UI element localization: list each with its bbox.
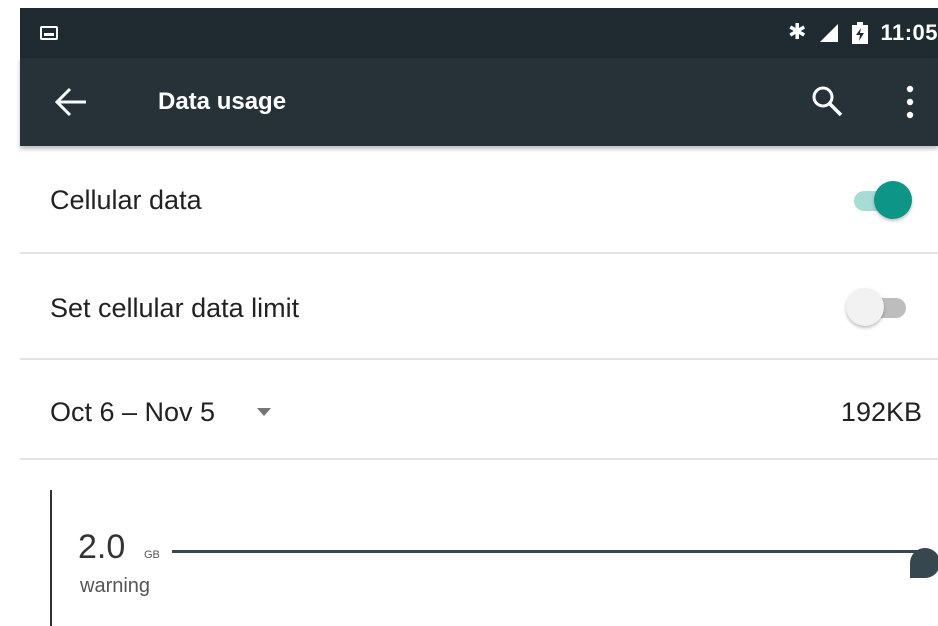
usage-cycle-label: Oct 6 – Nov 5 — [50, 397, 216, 427]
status-clock: 11:05 — [880, 20, 938, 45]
screen: ✱ 11:05 Data usage Cellular data Set cel… — [0, 0, 938, 626]
usage-chart: 2.0 GB warning — [20, 460, 938, 626]
data-limit-row[interactable]: Set cellular data limit — [20, 254, 938, 360]
dropdown-arrow-icon[interactable] — [256, 407, 271, 416]
switch-thumb — [874, 181, 912, 219]
usage-total: 192KB — [840, 397, 922, 427]
data-limit-switch[interactable] — [840, 285, 906, 329]
app-bar: Data usage — [20, 58, 938, 146]
status-icons: ✱ 11:05 — [788, 8, 938, 58]
bluetooth-icon: ✱ — [788, 20, 807, 45]
warning-label: warning — [80, 575, 151, 597]
usage-cycle-selector[interactable]: Oct 6 – Nov 5 — [50, 396, 271, 428]
warning-threshold-line[interactable] — [172, 550, 928, 553]
back-arrow-icon[interactable] — [54, 86, 90, 118]
usage-cycle-row[interactable]: Oct 6 – Nov 5 192KB — [20, 360, 938, 460]
status-bar: ✱ 11:05 — [20, 8, 938, 58]
overflow-menu-icon[interactable] — [900, 84, 920, 120]
warning-unit: GB — [144, 549, 160, 561]
data-limit-label: Set cellular data limit — [50, 293, 300, 323]
cellular-data-row[interactable]: Cellular data — [20, 148, 938, 254]
page-title: Data usage — [158, 88, 287, 115]
chart-axis — [50, 490, 52, 626]
cellular-data-label: Cellular data — [50, 185, 202, 215]
notification-image-icon — [40, 26, 58, 40]
warning-drag-handle[interactable] — [910, 548, 938, 578]
cellular-data-switch[interactable] — [850, 178, 914, 222]
switch-thumb — [846, 288, 884, 326]
battery-charging-icon — [852, 22, 869, 44]
search-icon[interactable] — [810, 84, 844, 118]
signal-icon — [820, 24, 839, 42]
warning-value: 2.0 — [78, 528, 126, 566]
